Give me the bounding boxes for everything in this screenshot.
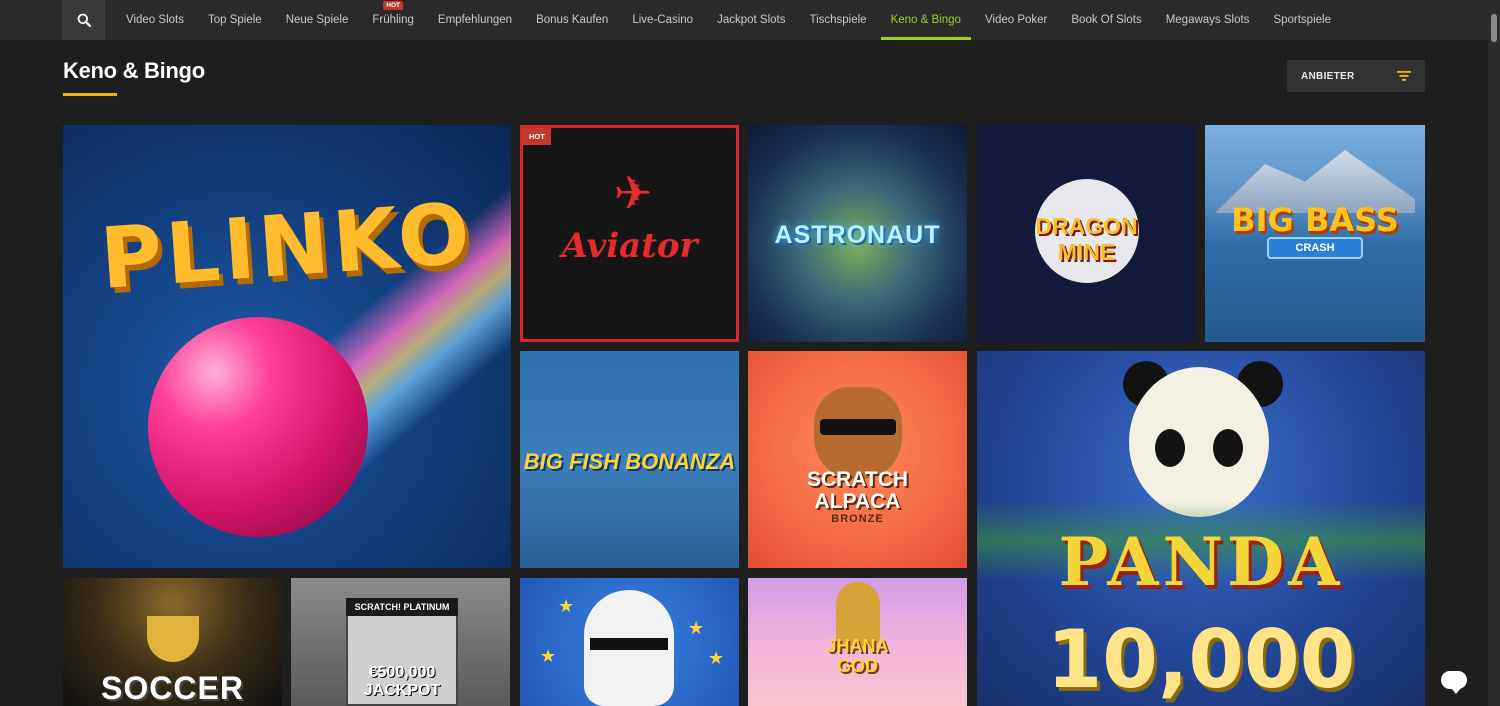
title-underline	[63, 93, 117, 96]
star-icon: ★	[708, 648, 725, 668]
nav-item-live-casino[interactable]: Live-Casino	[620, 0, 705, 40]
nav-item-keno-bingo[interactable]: Keno & Bingo	[879, 0, 973, 40]
panda-eye	[1155, 429, 1185, 467]
scrollbar[interactable]	[1488, 0, 1500, 706]
nav-item-megaways-slots[interactable]: Megaways Slots	[1154, 0, 1262, 40]
game-title-line-2: GOD	[836, 656, 878, 676]
chat-button[interactable]	[1425, 655, 1483, 705]
airplane-icon: ✈	[613, 167, 653, 219]
page-title: Keno & Bingo	[63, 58, 205, 83]
filter-icon	[1397, 71, 1411, 81]
game-tile-big-fish-bonanza[interactable]: BIG FISH BONANZA	[520, 351, 739, 568]
star-icon: ★	[688, 618, 705, 638]
nav-item-tischspiele[interactable]: Tischspiele	[797, 0, 878, 40]
star-icon: ★	[540, 646, 557, 666]
nav-item-video-slots[interactable]: Video Slots	[114, 0, 196, 40]
game-tile-big-bass-crash[interactable]: BIG BASS CRASH	[1205, 125, 1425, 342]
hot-tag: HOT	[383, 1, 403, 10]
panda-eye	[1213, 429, 1243, 467]
game-title-line-1: SCRATCH	[806, 468, 909, 491]
game-title: JHANA GOD	[748, 636, 967, 676]
nav-item-top-spiele[interactable]: Top Spiele	[196, 0, 274, 40]
game-title-line-1: DRAGON	[1035, 213, 1138, 239]
nav-item-fruehling[interactable]: HOT Frühling	[360, 0, 426, 40]
trophy-icon	[147, 616, 199, 662]
nav-item-bonus-kaufen[interactable]: Bonus Kaufen	[524, 0, 620, 40]
game-title-line-2: MINE	[1057, 239, 1116, 265]
game-subtitle: BRONZE	[831, 513, 884, 525]
game-tile-jhana-god[interactable]: JHANA GOD	[748, 578, 967, 706]
star-icon: ★	[558, 596, 575, 616]
nav-item-empfehlungen[interactable]: Empfehlungen	[426, 0, 524, 40]
sunglasses-graphic	[590, 638, 668, 650]
scroll-thumb[interactable]	[1491, 14, 1497, 42]
game-tile-dragon-mine[interactable]: DRAGON MINE	[977, 125, 1196, 342]
game-title-number: 10,000	[1046, 613, 1356, 706]
game-title: BIG BASS	[1231, 201, 1399, 239]
game-title: BIG FISH BONANZA	[523, 449, 736, 474]
game-title: Aviator	[561, 226, 698, 266]
game-tile-soccer[interactable]: SOCCER	[63, 578, 282, 706]
nav-item-jackpot-slots[interactable]: Jackpot Slots	[705, 0, 797, 40]
game-title: SOCCER	[101, 670, 244, 706]
nav-item-video-poker[interactable]: Video Poker	[973, 0, 1059, 40]
game-tile-plinko[interactable]: PLINKO	[63, 125, 511, 568]
pink-ball	[148, 317, 368, 537]
game-tile-astronaut[interactable]: ASTRONAUT	[748, 125, 967, 342]
game-title-line-2: ALPACA	[814, 490, 901, 513]
game-tile-scratch-alpaca[interactable]: SCRATCH ALPACA BRONZE	[748, 351, 967, 568]
search-icon	[77, 13, 91, 27]
game-title: SCRATCH! PLATINUM	[346, 598, 458, 616]
nav-item-book-of-slots[interactable]: Book Of Slots	[1059, 0, 1153, 40]
game-title-line-1: JHANA	[826, 636, 889, 656]
game-tile-scratch-platinum[interactable]: SCRATCH! PLATINUM €500,000 JACKPOT	[291, 578, 510, 706]
search-button[interactable]	[62, 0, 105, 40]
game-title: ASTRONAUT	[774, 221, 941, 249]
prize-label: JACKPOT	[363, 682, 441, 699]
provider-filter-label: ANBIETER	[1301, 70, 1355, 82]
prize-amount: €500,000	[368, 664, 436, 681]
sunglasses-graphic	[820, 419, 896, 435]
game-subtitle: CRASH	[1267, 237, 1363, 259]
nav-item-neue-spiele[interactable]: Neue Spiele	[274, 0, 361, 40]
panda-graphic	[1129, 367, 1269, 517]
provider-filter-button[interactable]: ANBIETER	[1287, 60, 1425, 92]
game-tile-aviator[interactable]: HOT ✈ Aviator	[520, 125, 739, 342]
hot-badge: HOT	[523, 128, 551, 145]
game-tile-llama[interactable]: ★ ★ ★ ★	[520, 578, 739, 706]
jackpot-prize: €500,000 JACKPOT	[346, 664, 458, 700]
chat-icon	[1441, 671, 1467, 694]
nav-items: Video Slots Top Spiele Neue Spiele HOT F…	[114, 0, 1343, 40]
game-title: DRAGON MINE	[977, 213, 1196, 265]
nav-item-sportspiele[interactable]: Sportspiele	[1261, 0, 1343, 40]
game-tile-panda-10000[interactable]: PANDA 10,000	[977, 351, 1425, 706]
game-title: SCRATCH ALPACA	[748, 469, 967, 513]
category-nav: Video Slots Top Spiele Neue Spiele HOT F…	[0, 0, 1500, 40]
game-title: PANDA	[1058, 523, 1344, 601]
